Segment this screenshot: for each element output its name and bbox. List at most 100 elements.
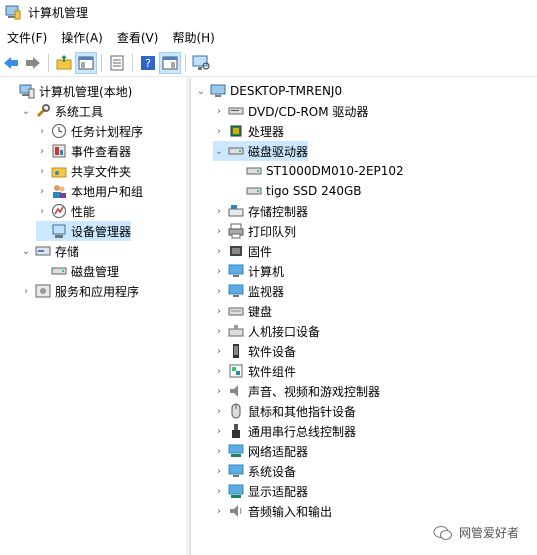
printer-icon <box>228 223 244 239</box>
collapse-chevron-icon[interactable]: › <box>213 345 225 357</box>
collapse-chevron-icon[interactable]: › <box>213 125 225 137</box>
console-tree-item-row[interactable]: › 事件查看器 <box>36 141 131 161</box>
device-tree-item-row[interactable]: › 鼠标和其他指针设备 <box>213 401 356 421</box>
display-adapter-icon <box>228 483 244 499</box>
collapse-chevron-icon[interactable]: › <box>213 325 225 337</box>
console-tree-item-label: 任务计划程序 <box>71 124 144 139</box>
device-tree-item-row[interactable]: › 音频输入和输出 <box>213 501 332 521</box>
device-tree-item-row[interactable]: › 打印队列 <box>213 221 296 241</box>
expand-chevron-icon[interactable]: ⌄ <box>20 245 32 257</box>
watermark: 网管爱好者 <box>433 524 519 541</box>
performance-icon <box>51 203 67 219</box>
collapse-chevron-icon[interactable]: › <box>213 385 225 397</box>
collapse-chevron-icon[interactable]: › <box>213 425 225 437</box>
collapse-chevron-icon[interactable]: › <box>213 485 225 497</box>
console-tree-item-row[interactable]: › 本地用户和组 <box>36 181 143 201</box>
collapse-chevron-icon[interactable]: › <box>213 245 225 257</box>
collapse-chevron-icon[interactable]: › <box>213 505 225 517</box>
device-tree-item-row[interactable]: › 声音、视频和游戏控制器 <box>213 381 380 401</box>
collapse-chevron-icon[interactable]: › <box>36 125 48 137</box>
collapse-chevron-icon[interactable]: › <box>213 405 225 417</box>
expand-chevron-icon[interactable]: ⌄ <box>20 105 32 117</box>
computer-management-icon <box>5 4 21 20</box>
collapse-chevron-icon[interactable]: › <box>213 365 225 377</box>
collapse-chevron-icon[interactable]: › <box>36 145 48 157</box>
collapse-chevron-icon[interactable]: › <box>213 465 225 477</box>
device-tree-item-row[interactable]: ⌄ 磁盘驱动器 <box>213 141 309 161</box>
console-tree-item-row[interactable]: › 性能 <box>36 201 95 221</box>
computer-icon <box>210 83 226 99</box>
device-tree-item-row[interactable]: › 固件 <box>213 241 272 261</box>
scan-hardware-button[interactable] <box>190 52 212 74</box>
collapse-chevron-icon[interactable]: › <box>20 285 32 297</box>
device-tree-item-row[interactable]: › 计算机 <box>213 261 284 281</box>
console-tree-item-row[interactable]: › 任务计划程序 <box>36 121 143 141</box>
menu-view[interactable]: 查看(V) <box>110 28 166 48</box>
console-tree-item-row[interactable]: 磁盘管理 <box>36 261 119 281</box>
console-tree-item-label: 服务和应用程序 <box>55 284 140 299</box>
up-folder-button[interactable] <box>53 52 75 74</box>
device-tree-item-row[interactable]: tigo SSD 240GB <box>231 181 362 201</box>
console-tree-item-row[interactable]: ⌄ 系统工具 <box>20 101 103 121</box>
collapse-chevron-icon[interactable]: › <box>213 305 225 317</box>
computer-management-icon <box>19 83 35 99</box>
device-tree-item-row[interactable]: › 人机接口设备 <box>213 321 320 341</box>
console-tree-pane: 计算机管理(本地) ⌄ 系统工具 › 任务计划程序 › 事件查看器 › 共享文件夹 › 本地用户和组… <box>0 78 187 555</box>
mouse-icon <box>228 403 244 419</box>
collapse-chevron-icon[interactable]: › <box>36 165 48 177</box>
device-tree-item-row[interactable]: › 软件设备 <box>213 341 296 361</box>
device-tree-item-row[interactable]: › DVD/CD-ROM 驱动器 <box>213 101 368 121</box>
toolbar-separator <box>48 54 49 72</box>
console-tree-item-row[interactable]: ⌄ 存储 <box>20 241 79 261</box>
device-tree-item-row[interactable]: ⌄ DESKTOP-TMRENJ0 <box>195 81 342 101</box>
device-tree-item-row[interactable]: › 显示适配器 <box>213 481 308 501</box>
device-tree-item-row[interactable]: › 监视器 <box>213 281 284 301</box>
services-icon <box>35 283 51 299</box>
device-tree-item-label: 监视器 <box>248 284 285 299</box>
properties-button[interactable] <box>106 52 128 74</box>
toolbar-separator <box>101 54 102 72</box>
collapse-chevron-icon[interactable]: › <box>213 265 225 277</box>
help-button[interactable]: ? <box>137 52 159 74</box>
collapse-chevron-icon[interactable]: › <box>213 205 225 217</box>
show-action-pane-button[interactable] <box>159 52 181 74</box>
collapse-chevron-icon[interactable]: › <box>213 105 225 117</box>
menu-file[interactable]: 文件(F) <box>0 28 54 48</box>
collapse-chevron-icon[interactable]: › <box>213 225 225 237</box>
hid-icon <box>228 323 244 339</box>
disk-drive-icon <box>246 163 262 179</box>
collapse-chevron-icon[interactable]: › <box>36 205 48 217</box>
device-tree-item-row[interactable]: › 处理器 <box>213 121 284 141</box>
collapse-chevron-icon[interactable]: › <box>213 445 225 457</box>
console-tree-item-row[interactable]: › 服务和应用程序 <box>20 281 139 301</box>
device-tree-item-row[interactable]: › 网络适配器 <box>213 441 308 461</box>
device-tree-item-row[interactable]: › 通用串行总线控制器 <box>213 421 356 441</box>
expand-chevron-icon[interactable]: ⌄ <box>213 145 225 157</box>
menu-help[interactable]: 帮助(H) <box>165 28 221 48</box>
device-tree-item-row[interactable]: › 系统设备 <box>213 461 296 481</box>
console-tree-item-row[interactable]: 计算机管理(本地) <box>4 81 132 101</box>
collapse-chevron-icon[interactable]: › <box>213 285 225 297</box>
forward-button[interactable] <box>22 52 44 74</box>
device-tree-item-label: 软件组件 <box>248 364 297 379</box>
device-tree-item-row[interactable]: › 软件组件 <box>213 361 296 381</box>
device-tree-item-row[interactable]: ST1000DM010-2EP102 <box>231 161 404 181</box>
console-tree-item-row[interactable]: 设备管理器 <box>36 221 132 241</box>
console-tree-item-label: 磁盘管理 <box>71 264 120 279</box>
back-button[interactable] <box>0 52 22 74</box>
device-tree-item-label: 打印队列 <box>248 224 297 239</box>
device-tree-item-row[interactable]: › 键盘 <box>213 301 272 321</box>
folder-up-icon <box>56 55 72 70</box>
expand-chevron-icon[interactable]: ⌄ <box>195 85 207 97</box>
device-tree-item-row[interactable]: › 存储控制器 <box>213 201 308 221</box>
storage-icon <box>35 243 51 259</box>
speaker-icon <box>228 383 244 399</box>
console-tree-item-row[interactable]: › 共享文件夹 <box>36 161 131 181</box>
collapse-chevron-icon[interactable]: › <box>36 185 48 197</box>
device-tree-item-label: DESKTOP-TMRENJ0 <box>230 84 343 98</box>
menu-action[interactable]: 操作(A) <box>54 28 110 48</box>
show-hide-tree-button[interactable] <box>75 52 97 74</box>
